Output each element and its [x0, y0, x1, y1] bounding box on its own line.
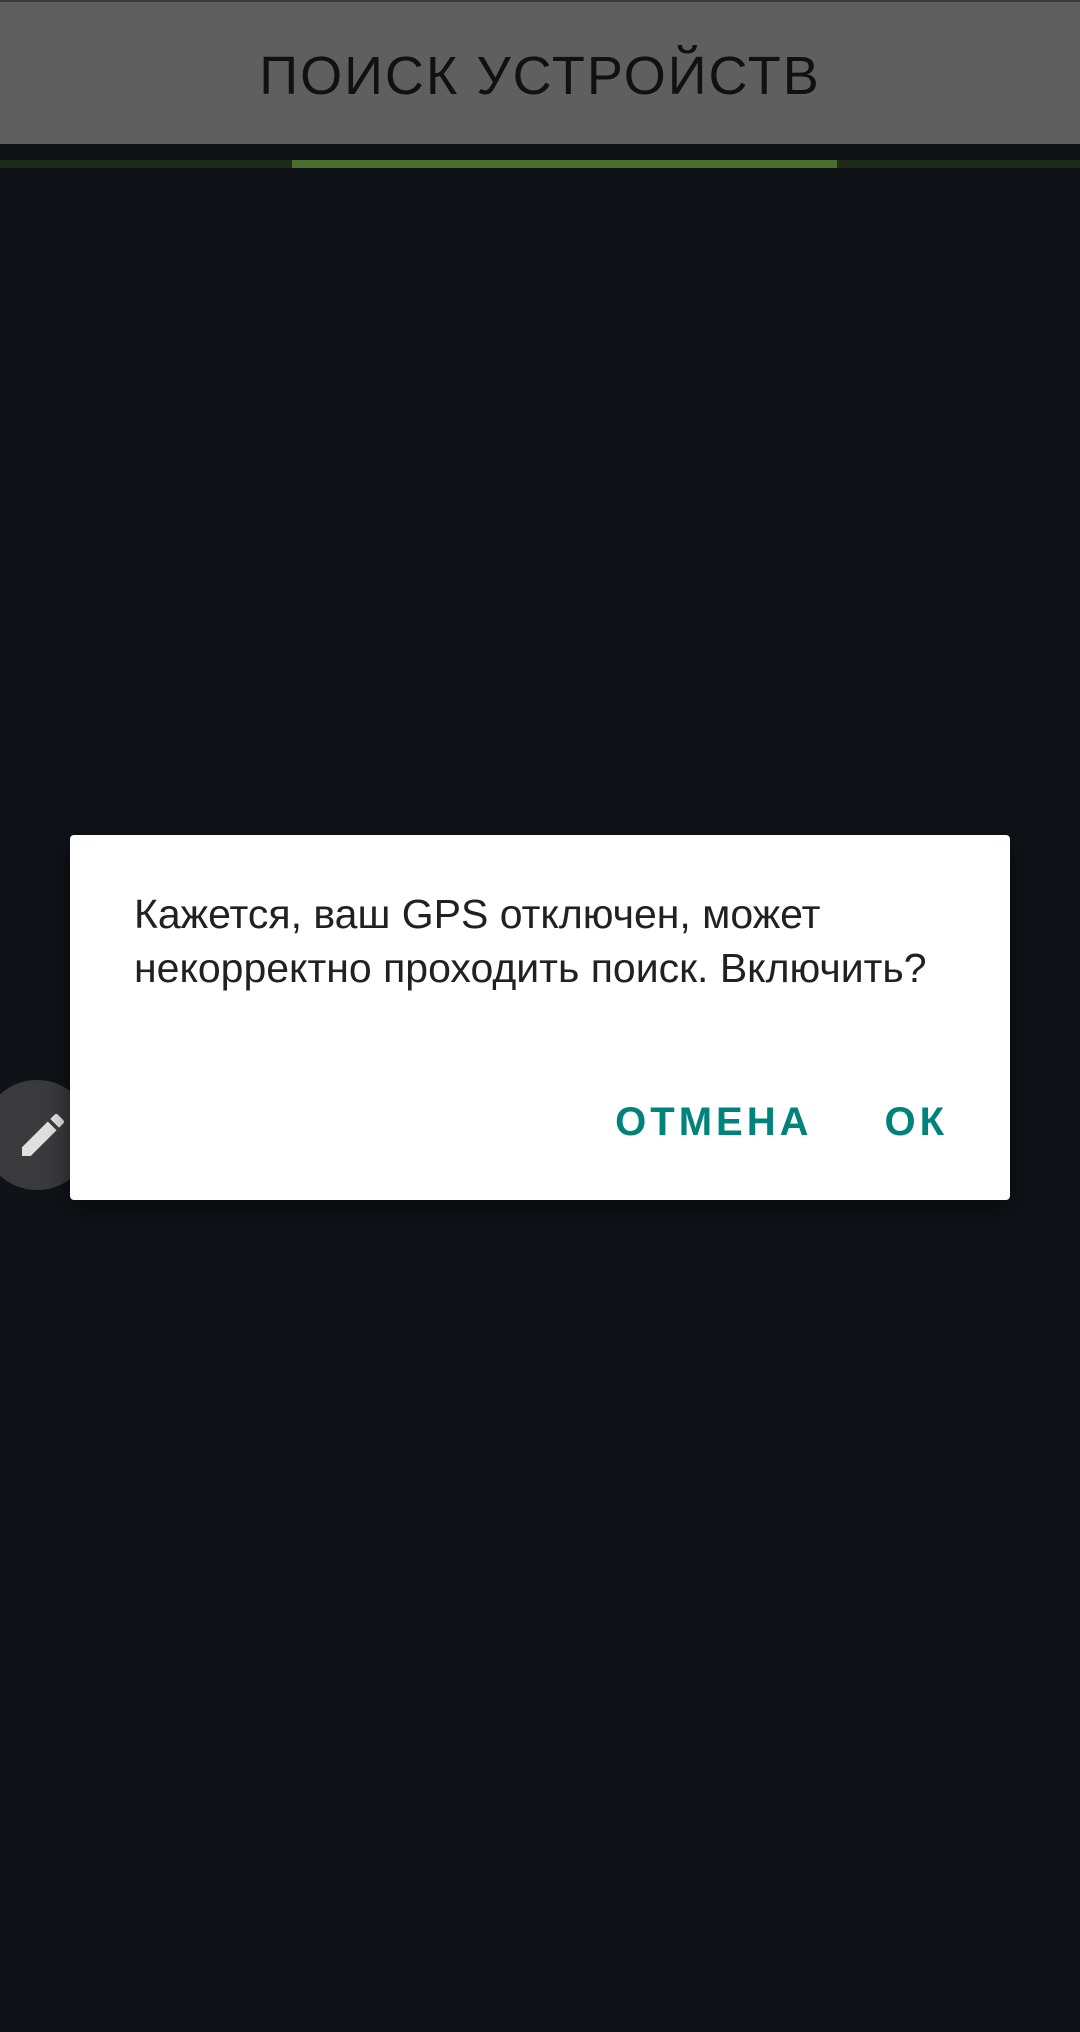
app-header: ПОИСК УСТРОЙСТВ	[0, 0, 1080, 144]
dialog-message: Кажется, ваш GPS отключен, может некорре…	[134, 891, 927, 991]
search-progress-indicator	[291, 160, 837, 168]
search-progress-bar	[0, 160, 1080, 168]
page-title: ПОИСК УСТРОЙСТВ	[259, 46, 821, 106]
gps-disabled-dialog: Кажется, ваш GPS отключен, может некорре…	[70, 835, 1010, 1200]
cancel-button[interactable]: ОТМЕНА	[615, 1100, 812, 1145]
dialog-actions: ОТМЕНА ОК	[615, 1100, 948, 1145]
ok-button[interactable]: ОК	[884, 1100, 948, 1145]
device-search-screen: ПОИСК УСТРОЙСТВ Кажется, ваш GPS отключе…	[0, 0, 1080, 2032]
pencil-icon	[22, 1113, 65, 1156]
